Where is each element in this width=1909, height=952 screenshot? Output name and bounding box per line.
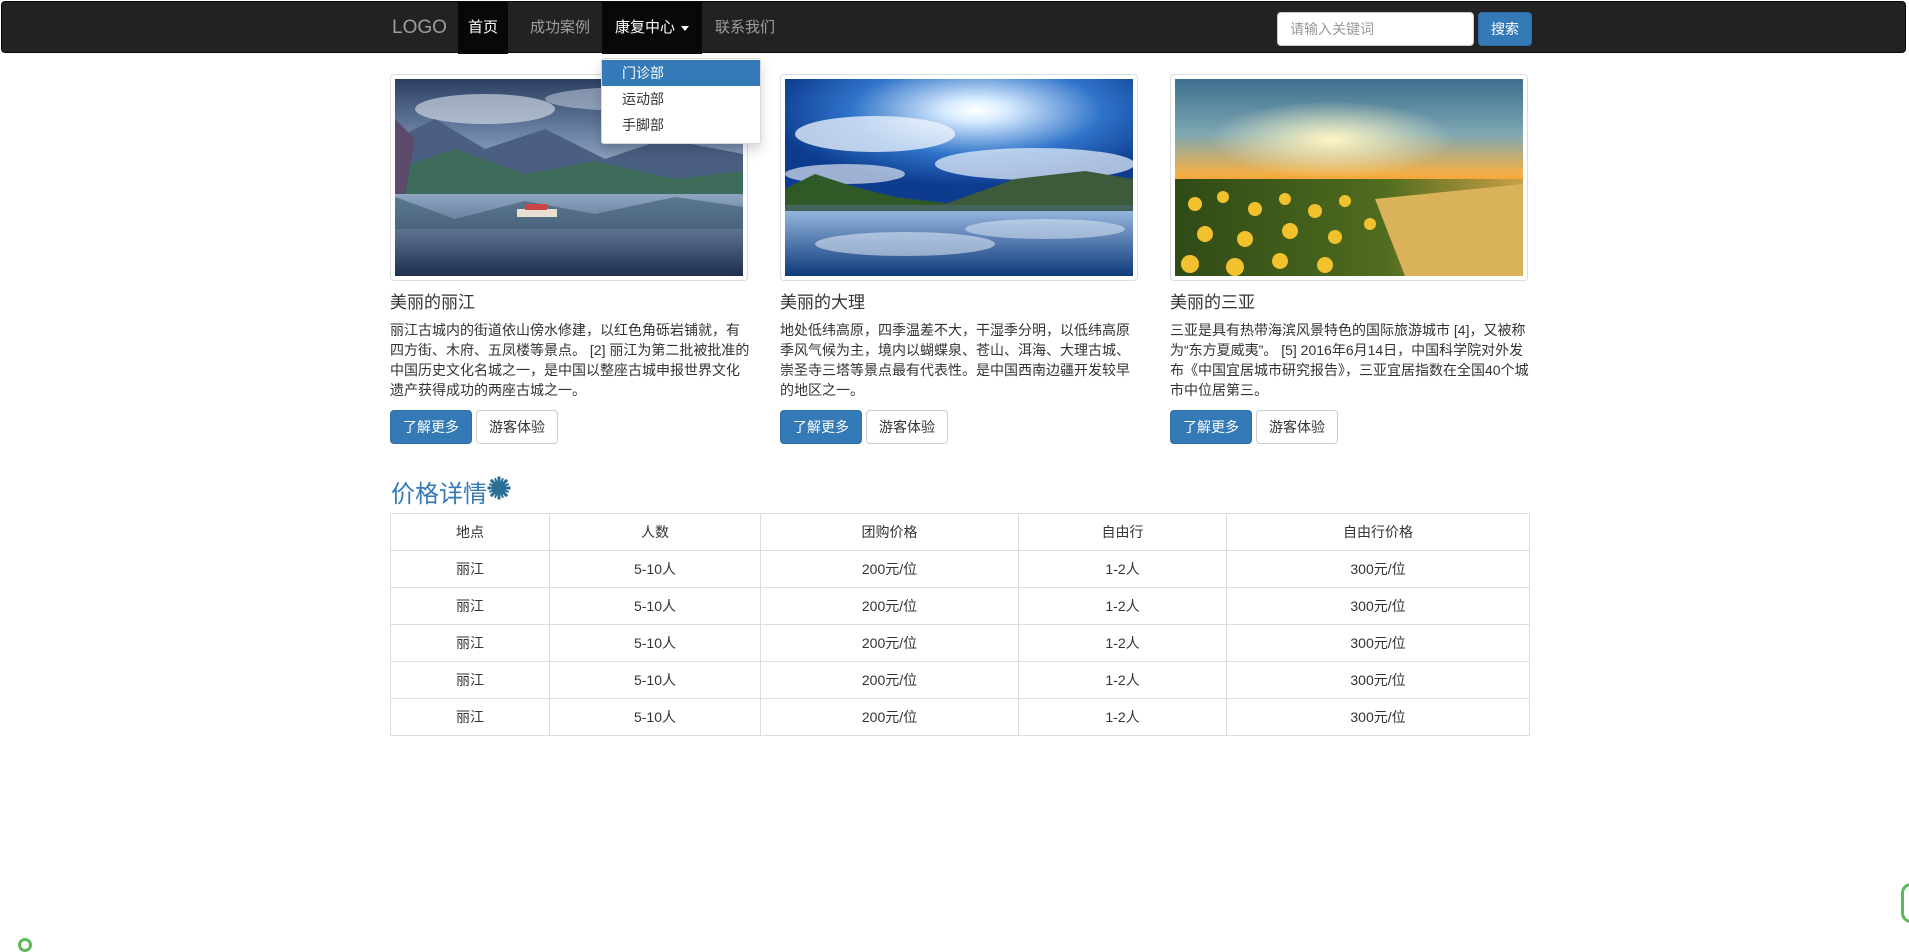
nav-item-home[interactable]: 首页 (458, 2, 508, 54)
dali-lake-image (785, 79, 1133, 276)
card-title-sanya: 美丽的三亚 (1170, 293, 1255, 312)
nav-item-rehab-dropdown[interactable]: 康复中心 (602, 2, 702, 54)
nav-item-contact[interactable]: 联系我们 (710, 2, 780, 54)
brand-logo[interactable]: LOGO (392, 2, 447, 54)
table-cell: 1-2人 (1018, 698, 1227, 736)
table-row: 丽江 5-10人 200元/位 1-2人 300元/位 (390, 698, 1530, 736)
gear-icon (487, 476, 511, 505)
table-cell: 丽江 (390, 550, 550, 588)
price-table: 地点 人数 团购价格 自由行 自由行价格 丽江 5-10人 200元/位 1-2… (390, 513, 1530, 736)
card-thumbnail-sanya (1170, 74, 1528, 281)
visitor-experience-button-sanya[interactable]: 游客体验 (1256, 410, 1338, 444)
learn-more-button-sanya[interactable]: 了解更多 (1170, 410, 1252, 444)
dropdown-item-sports[interactable]: 运动部 (602, 86, 760, 112)
table-cell: 5-10人 (549, 587, 761, 625)
caret-down-icon (681, 25, 689, 31)
table-cell: 丽江 (390, 624, 550, 662)
sanya-sunflower-image (1175, 79, 1523, 276)
navbar: LOGO 首页 成功案例 康复中心 联系我们 搜索 (1, 1, 1906, 54)
column-header-group-price: 团购价格 (760, 513, 1019, 551)
column-header-people: 人数 (549, 513, 761, 551)
learn-more-button-dali[interactable]: 了解更多 (780, 410, 862, 444)
visitor-experience-button-lijiang[interactable]: 游客体验 (476, 410, 558, 444)
table-cell: 200元/位 (760, 624, 1019, 662)
table-cell: 1-2人 (1018, 587, 1227, 625)
rehab-dropdown-menu: 门诊部 运动部 手脚部 (601, 58, 761, 144)
dropdown-item-clinic[interactable]: 门诊部 (602, 60, 760, 86)
table-row: 丽江 5-10人 200元/位 1-2人 300元/位 (390, 550, 1530, 588)
table-cell: 1-2人 (1018, 624, 1227, 662)
table-cell: 5-10人 (549, 698, 761, 736)
column-header-location: 地点 (390, 513, 550, 551)
visitor-experience-button-dali[interactable]: 游客体验 (866, 410, 948, 444)
table-row: 丽江 5-10人 200元/位 1-2人 300元/位 (390, 624, 1530, 662)
floating-circle-icon[interactable] (18, 938, 32, 952)
card-thumbnail-dali (780, 74, 1138, 281)
table-cell: 丽江 (390, 698, 550, 736)
table-cell: 200元/位 (760, 698, 1019, 736)
table-row: 丽江 5-10人 200元/位 1-2人 300元/位 (390, 661, 1530, 699)
table-cell: 300元/位 (1226, 698, 1530, 736)
table-cell: 5-10人 (549, 624, 761, 662)
table-row: 丽江 5-10人 200元/位 1-2人 300元/位 (390, 587, 1530, 625)
table-cell: 300元/位 (1226, 587, 1530, 625)
table-cell: 5-10人 (549, 661, 761, 699)
table-cell: 5-10人 (549, 550, 761, 588)
table-header-row: 地点 人数 团购价格 自由行 自由行价格 (390, 513, 1530, 551)
dropdown-item-hands-feet[interactable]: 手脚部 (602, 112, 760, 138)
floating-service-widget[interactable] (1901, 883, 1909, 923)
nav-item-rehab-label: 康复中心 (614, 19, 675, 36)
table-cell: 200元/位 (760, 587, 1019, 625)
learn-more-button-lijiang[interactable]: 了解更多 (390, 410, 472, 444)
table-cell: 300元/位 (1226, 661, 1530, 699)
card-text-dali: 地处低纬高原，四季温差不大，干湿季分明，以低纬高原季风气候为主，境内以蝴蝶泉、苍… (780, 322, 1130, 398)
table-cell: 300元/位 (1226, 624, 1530, 662)
table-cell: 200元/位 (760, 661, 1019, 699)
price-section-title: 价格详情 (391, 481, 487, 508)
table-cell: 1-2人 (1018, 661, 1227, 699)
table-cell: 300元/位 (1226, 550, 1530, 588)
table-cell: 200元/位 (760, 550, 1019, 588)
table-cell: 丽江 (390, 661, 550, 699)
table-cell: 丽江 (390, 587, 550, 625)
table-cell: 1-2人 (1018, 550, 1227, 588)
column-header-free-travel: 自由行 (1018, 513, 1227, 551)
card-text-lijiang: 丽江古城内的街道依山傍水修建，以红色角砾岩铺就，有四方街、木府、五凤楼等景点。 … (390, 322, 750, 398)
card-title-dali: 美丽的大理 (780, 293, 865, 312)
column-header-free-travel-price: 自由行价格 (1226, 513, 1530, 551)
search-input[interactable] (1277, 12, 1474, 46)
nav-item-cases[interactable]: 成功案例 (520, 2, 600, 54)
search-button[interactable]: 搜索 (1478, 12, 1532, 46)
card-text-sanya: 三亚是具有热带海滨风景特色的国际旅游城市 [4]，又被称为“东方夏威夷”。 [5… (1170, 322, 1529, 398)
card-title-lijiang: 美丽的丽江 (390, 293, 475, 312)
